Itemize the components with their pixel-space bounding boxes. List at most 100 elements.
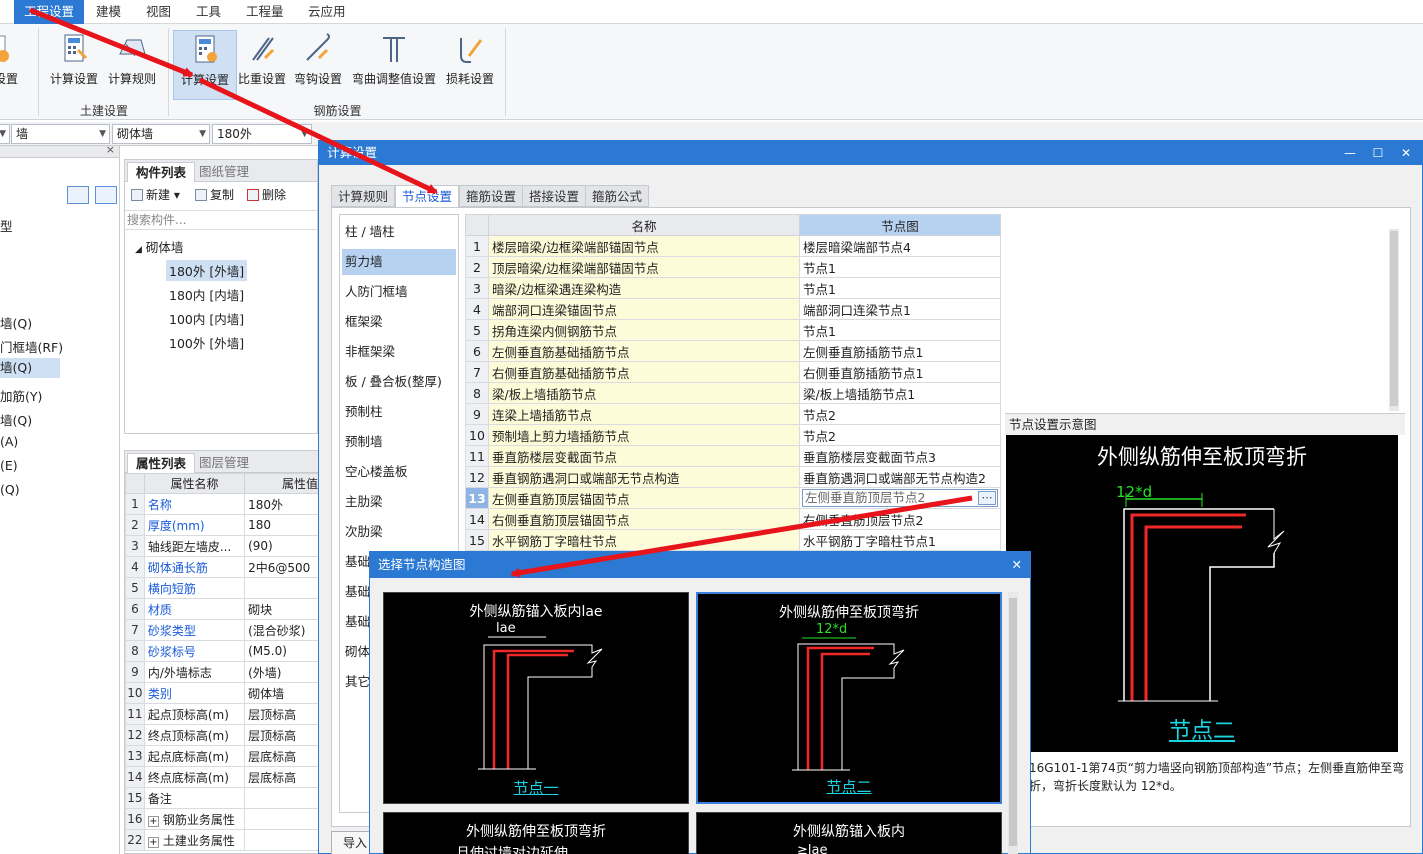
category-combo[interactable]: 墙 ▼ [11, 124, 110, 144]
property-value[interactable]: 砌体墙 [244, 682, 319, 704]
close-icon[interactable]: ✕ [1392, 141, 1420, 165]
close-icon[interactable]: × [106, 143, 115, 156]
node-card-4[interactable]: 外侧纵筋锚入板内 ≥lae [696, 812, 1002, 854]
property-row[interactable]: 4 砌体通长筋 2中6@500 [125, 556, 319, 578]
tree-item[interactable]: 100外 [外墙] [169, 333, 244, 352]
node-row[interactable]: 6 左侧垂直筋基础插筋节点 左侧垂直筋插筋节点1 [465, 340, 1001, 362]
node-row[interactable]: 11 垂直筋楼层变截面节点 垂直筋楼层变截面节点3 [465, 445, 1001, 467]
floor-combo[interactable]: ▼ [0, 124, 10, 144]
nav-item[interactable]: 墙(Q) [0, 410, 32, 429]
property-value[interactable]: 180 [244, 514, 319, 536]
category-item[interactable]: 人防门框墙 [342, 279, 456, 305]
nav-item[interactable]: (Q) [0, 482, 20, 497]
property-row[interactable]: 15 备注 [125, 787, 319, 809]
node-value-editor[interactable]: 左侧垂直筋顶层节点2 ⋯ [802, 489, 998, 507]
node-row[interactable]: 8 梁/板上墙插筋节点 梁/板上墙插筋节点1 [465, 382, 1001, 404]
tab-drawing-management[interactable]: 图纸管理 [191, 162, 257, 182]
civil-calc-rules-button[interactable]: 计算规则 [100, 30, 164, 100]
close-icon[interactable]: ✕ [1012, 552, 1022, 578]
rebar-calc-settings-button[interactable]: 计算设置 [173, 30, 237, 100]
bend-adjust-settings-button[interactable]: 弯曲调整值设置 [352, 30, 436, 100]
component-combo[interactable]: 180外 ▼ [212, 124, 312, 144]
property-row[interactable]: 8 砂浆标号 (M5.0) [125, 640, 319, 662]
detail-view-icon[interactable] [95, 186, 117, 204]
category-item[interactable]: 板 / 叠合板(整厚) [342, 369, 456, 395]
node-value[interactable]: 右侧垂直筋插筋节点1 [799, 361, 1001, 383]
node-value[interactable]: 节点2 [799, 424, 1001, 446]
property-value[interactable]: 层顶标高 [244, 724, 319, 746]
property-row[interactable]: 13 起点底标高(m) 层底标高 [125, 745, 319, 767]
delete-component-button[interactable]: 删除 [247, 186, 286, 204]
tab-stirrup-formula[interactable]: 箍筋公式 [585, 185, 650, 207]
property-value[interactable] [244, 787, 319, 809]
category-item[interactable]: 空心楼盖板 [342, 459, 456, 485]
property-value[interactable]: (M5.0) [244, 640, 319, 662]
property-row[interactable]: 5 横向短筋 [125, 577, 319, 599]
property-row[interactable]: 14 终点底标高(m) 层底标高 [125, 766, 319, 788]
property-row[interactable]: 7 砂浆类型 (混合砂浆) [125, 619, 319, 641]
property-row[interactable]: 1 名称 180外 [125, 493, 319, 515]
node-row[interactable]: 14 右侧垂直筋顶层锚固节点 右侧垂直筋顶层节点2 [465, 508, 1001, 530]
node-value[interactable]: 左侧垂直筋插筋节点1 [799, 340, 1001, 362]
property-value[interactable]: 层底标高 [244, 745, 319, 767]
component-search-input[interactable]: 搜索构件... [125, 210, 317, 230]
property-value[interactable]: 砌块 [244, 598, 319, 620]
category-item[interactable]: 预制墙 [342, 429, 456, 455]
property-value[interactable] [244, 808, 319, 830]
tab-property-list[interactable]: 属性列表 [127, 453, 196, 473]
node-row[interactable]: 3 暗梁/边框梁遇连梁构造 节点1 [465, 277, 1001, 299]
node-card-1[interactable]: 外侧纵筋锚入板内lae lae 节点一 [383, 592, 689, 804]
node-row[interactable]: 5 拐角连梁内侧钢筋节点 节点1 [465, 319, 1001, 341]
tab-stirrup-settings[interactable]: 箍筋设置 [459, 185, 524, 207]
node-row[interactable]: 9 连梁上墙插筋节点 节点2 [465, 403, 1001, 425]
node-value[interactable]: 垂直筋楼层变截面节点3 [799, 445, 1001, 467]
node-row[interactable]: 2 顶层暗梁/边框梁端部锚固节点 节点1 [465, 256, 1001, 278]
grid-scrollbar[interactable] [1389, 229, 1399, 411]
category-item[interactable]: 主肋梁 [342, 489, 456, 515]
property-row[interactable]: 11 起点顶标高(m) 层顶标高 [125, 703, 319, 725]
expand-icon[interactable]: + [147, 836, 159, 848]
property-row[interactable]: 2 厚度(mm) 180 [125, 514, 319, 536]
nav-item[interactable]: 加筋(Y) [0, 386, 42, 405]
property-row[interactable]: 10 类别 砌体墙 [125, 682, 319, 704]
property-row[interactable]: 3 轴线距左墙皮... (90) [125, 535, 319, 557]
property-row[interactable]: 9 内/外墙标志 (外墙) [125, 661, 319, 683]
node-card-2-selected[interactable]: 外侧纵筋伸至板顶弯折 12*d 节点二 [696, 592, 1002, 804]
loss-settings-button[interactable]: 损耗设置 [438, 30, 502, 100]
node-value[interactable]: 节点2 [799, 403, 1001, 425]
property-row[interactable]: 6 材质 砌块 [125, 598, 319, 620]
node-value[interactable]: 梁/板上墙插筋节点1 [799, 382, 1001, 404]
tree-item[interactable]: 100内 [内墙] [169, 309, 244, 328]
picker-scrollbar[interactable] [1008, 592, 1018, 854]
nav-item[interactable]: 门框墙(RF) [0, 337, 63, 356]
expand-icon[interactable]: + [147, 815, 159, 827]
nav-item[interactable]: (E) [0, 458, 18, 473]
new-component-button[interactable]: 新建 ▾ [131, 186, 180, 204]
property-value[interactable]: 层底标高 [244, 766, 319, 788]
tab-lap-settings[interactable]: 搭接设置 [522, 185, 587, 207]
category-item-selected[interactable]: 剪力墙 [342, 249, 456, 275]
civil-calc-settings-button[interactable]: 计算设置 [42, 30, 106, 100]
property-value[interactable] [244, 829, 319, 851]
property-row[interactable]: 12 终点顶标高(m) 层顶标高 [125, 724, 319, 746]
node-value[interactable]: 水平钢筋丁字暗柱节点1 [799, 529, 1001, 551]
node-row[interactable]: 13 左侧垂直筋顶层锚固节点 左侧垂直筋顶层节点2 ⋯ [465, 487, 1001, 509]
property-value[interactable]: (90) [244, 535, 319, 557]
property-value[interactable]: 2中6@500 [244, 556, 319, 578]
tree-root[interactable]: ◢ 砌体墙 [135, 237, 183, 256]
property-value[interactable]: 180外 [244, 493, 319, 515]
menu-project-settings[interactable]: 工程设置 [14, 0, 85, 24]
category-item[interactable]: 框架梁 [342, 309, 456, 335]
node-value[interactable]: 节点1 [799, 319, 1001, 341]
menu-cloud[interactable]: 云应用 [298, 0, 356, 24]
menu-tools[interactable]: 工具 [186, 0, 231, 24]
minimize-icon[interactable]: — [1336, 141, 1364, 165]
node-value[interactable]: 节点1 [799, 277, 1001, 299]
tree-item-selected[interactable]: 180外 [外墙] [166, 260, 248, 281]
density-settings-button[interactable]: 比重设置 [230, 30, 294, 100]
partial-settings-button[interactable]: 设置 [0, 30, 28, 100]
category-item[interactable]: 预制柱 [342, 399, 456, 425]
node-row[interactable]: 7 右侧垂直筋基础插筋节点 右侧垂直筋插筋节点1 [465, 361, 1001, 383]
node-row[interactable]: 4 端部洞口连梁锚固节点 端部洞口连梁节点1 [465, 298, 1001, 320]
tab-node-settings[interactable]: 节点设置 [395, 185, 460, 208]
